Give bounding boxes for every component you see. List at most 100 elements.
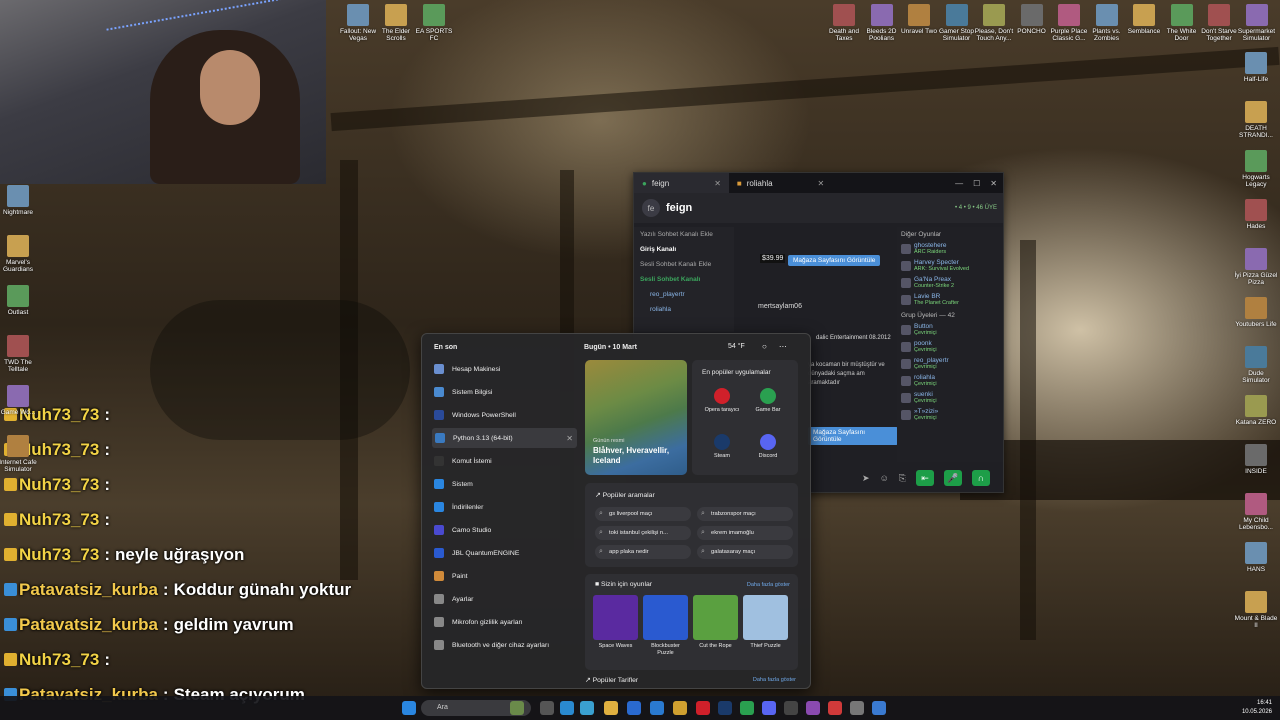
search-chip[interactable]: toki istanbul çekilişi n... bbox=[595, 526, 691, 540]
channel-item[interactable]: Sesli Sohbet Kanalı Ekle bbox=[634, 257, 734, 272]
desktop-icon[interactable]: DEATH STRANDI... bbox=[1234, 101, 1278, 139]
close-icon[interactable]: ✕ bbox=[818, 179, 825, 188]
recent-item[interactable]: Hesap Makinesi bbox=[434, 359, 584, 379]
desktop-icon[interactable]: Half-Life bbox=[1234, 52, 1278, 83]
widgets-icon[interactable] bbox=[510, 701, 524, 715]
desktop-icon[interactable]: Outlast bbox=[0, 285, 40, 316]
discord-icon[interactable] bbox=[762, 701, 776, 715]
voice-channel[interactable]: Sesli Sohbet Kanalı bbox=[634, 272, 734, 287]
more-icon[interactable]: ⋯ bbox=[779, 342, 787, 351]
recent-item[interactable]: Bluetooth ve diğer cihaz ayarları bbox=[434, 635, 584, 655]
popular-app[interactable]: Opera tarayıcı bbox=[700, 388, 744, 413]
show-more-link[interactable]: Daha fazla göster bbox=[747, 582, 790, 588]
member-item[interactable]: Button Çevrimiçi bbox=[897, 321, 1003, 338]
desktop-icon[interactable]: My Child Lebensbo... bbox=[1234, 493, 1278, 531]
app-icon[interactable] bbox=[872, 701, 886, 715]
edge-icon[interactable] bbox=[560, 701, 574, 715]
tab-feign[interactable]: ● feign ✕ bbox=[634, 173, 729, 193]
recent-item[interactable]: Camo Studio bbox=[434, 520, 584, 540]
refresh-icon[interactable]: ○ bbox=[762, 342, 767, 351]
clock[interactable]: 16:41 10.05.2026 bbox=[1242, 699, 1272, 717]
store-button[interactable]: Mağaza Sayfasını Görüntüle bbox=[808, 427, 898, 445]
store-icon[interactable] bbox=[650, 701, 664, 715]
search-chip[interactable]: gs liverpool maçı bbox=[595, 507, 691, 521]
app-icon[interactable] bbox=[828, 701, 842, 715]
headset-icon[interactable]: ∩ bbox=[972, 470, 990, 486]
obs-icon[interactable] bbox=[784, 701, 798, 715]
desktop-icon[interactable]: Game Wo... bbox=[0, 385, 40, 416]
recent-item[interactable]: Windows PowerShell bbox=[434, 405, 584, 425]
desktop-icon[interactable]: Youtubers Life bbox=[1234, 297, 1278, 328]
desktop-icon[interactable]: Katana ZERO bbox=[1234, 395, 1278, 426]
desktop-icon[interactable]: Supermarket Simulator bbox=[1235, 4, 1279, 42]
search-chip[interactable]: ekrem imamoğlu bbox=[697, 526, 793, 540]
store-button[interactable]: Mağaza Sayfasını Görüntüle bbox=[788, 255, 881, 266]
desktop-icon[interactable]: EA SPORTS FC bbox=[412, 4, 456, 42]
game-tile[interactable]: Space Waves bbox=[593, 595, 638, 650]
xbox-icon[interactable] bbox=[740, 701, 754, 715]
game-tile[interactable]: Blockbuster Puzzle bbox=[643, 595, 688, 657]
recent-item[interactable]: İndirilenler bbox=[434, 497, 584, 517]
recent-item[interactable]: JBL QuantumENGINE bbox=[434, 543, 584, 563]
member-item[interactable]: »T»zizi» Çevrimiçi bbox=[897, 406, 1003, 423]
attach-icon[interactable]: ⎘ bbox=[899, 473, 906, 484]
recent-item[interactable]: Sistem bbox=[434, 474, 584, 494]
game-tile[interactable]: Cut the Rope bbox=[693, 595, 738, 650]
opera-icon[interactable] bbox=[696, 701, 710, 715]
mail-icon[interactable] bbox=[627, 701, 641, 715]
desktop-icon[interactable]: Hogwarts Legacy bbox=[1234, 150, 1278, 188]
send-icon[interactable]: ➤ bbox=[862, 473, 870, 484]
recent-item[interactable]: Ayarlar bbox=[434, 589, 584, 609]
member-item[interactable]: poonk Çevrimiçi bbox=[897, 338, 1003, 355]
member-item[interactable]: roliahla Çevrimiçi bbox=[897, 372, 1003, 389]
edge-icon[interactable] bbox=[580, 701, 594, 715]
game-tile[interactable]: Thief Puzzle bbox=[743, 595, 788, 650]
voice-user[interactable]: roliahla bbox=[634, 302, 734, 317]
member-item[interactable]: Lavie BR The Planet Crafter bbox=[897, 291, 1003, 308]
recent-item[interactable]: Paint bbox=[434, 566, 584, 586]
desktop-icon[interactable]: TWD The Telltale bbox=[0, 335, 40, 373]
member-item[interactable]: suenki Çevrimiçi bbox=[897, 389, 1003, 406]
recent-item[interactable]: Python 3.13 (64-bit) ✕ bbox=[432, 428, 577, 448]
desktop-icon[interactable]: İyi Pizza Güzel Pizza bbox=[1234, 248, 1278, 286]
channel-item[interactable]: Yazılı Sohbet Kanalı Ekle bbox=[634, 227, 734, 242]
chrome-icon[interactable] bbox=[673, 701, 687, 715]
minimize-icon[interactable]: — bbox=[955, 179, 963, 188]
close-icon[interactable]: ✕ bbox=[990, 179, 997, 188]
recent-item[interactable]: Komut İstemi bbox=[434, 451, 584, 471]
leave-icon[interactable]: ⇤ bbox=[916, 470, 934, 486]
windows-start-icon[interactable] bbox=[402, 701, 416, 715]
message-author[interactable]: mertsaylam06 bbox=[758, 303, 802, 310]
close-icon[interactable]: ✕ bbox=[714, 179, 721, 188]
voice-user[interactable]: reo_playertr bbox=[634, 287, 734, 302]
desktop-icon[interactable]: Dude Simulator bbox=[1234, 346, 1278, 384]
close-icon[interactable]: ✕ bbox=[566, 434, 573, 443]
member-item[interactable]: Ga'Na Preax Counter-Strike 2 bbox=[897, 274, 1003, 291]
desktop-icon[interactable]: HANS bbox=[1234, 542, 1278, 573]
app-icon[interactable] bbox=[806, 701, 820, 715]
search-chip[interactable]: galatasaray maçı bbox=[697, 545, 793, 559]
microphone-icon[interactable]: 🎤 bbox=[944, 470, 962, 486]
desktop-icon[interactable]: Nightmare bbox=[0, 185, 40, 216]
steam-icon[interactable] bbox=[718, 701, 732, 715]
recent-item[interactable]: Sistem Bilgisi bbox=[434, 382, 584, 402]
channel-item[interactable]: Giriş Kanalı bbox=[634, 242, 734, 257]
popular-app[interactable]: Steam bbox=[700, 434, 744, 459]
popular-app[interactable]: Game Bar bbox=[746, 388, 790, 413]
recent-item[interactable]: Mikrofon gizlilik ayarları bbox=[434, 612, 584, 632]
popular-app[interactable]: Discord bbox=[746, 434, 790, 459]
maximize-icon[interactable]: ☐ bbox=[973, 179, 980, 188]
weather[interactable]: 54 °F bbox=[728, 343, 745, 350]
desktop-icon[interactable]: INSIDE bbox=[1234, 444, 1278, 475]
search-chip[interactable]: app plaka nedir bbox=[595, 545, 691, 559]
picture-of-day-card[interactable]: Günün resmi Blåhver, Hveravellir, Icelan… bbox=[585, 360, 687, 475]
tab-roliahla[interactable]: ■ roliahla ✕ bbox=[729, 173, 832, 193]
member-item[interactable]: reo_playertr Çevrimiçi bbox=[897, 355, 1003, 372]
file-explorer-icon[interactable] bbox=[604, 701, 618, 715]
desktop-icon[interactable]: Internet Cafe Simulator bbox=[0, 435, 40, 473]
desktop-icon[interactable]: Marvel's Guardians bbox=[0, 235, 40, 273]
app-icon[interactable] bbox=[850, 701, 864, 715]
emoji-icon[interactable]: ☺ bbox=[880, 473, 889, 483]
show-more-link[interactable]: Daha fazla göster bbox=[753, 677, 796, 683]
desktop-icon[interactable]: Hades bbox=[1234, 199, 1278, 230]
